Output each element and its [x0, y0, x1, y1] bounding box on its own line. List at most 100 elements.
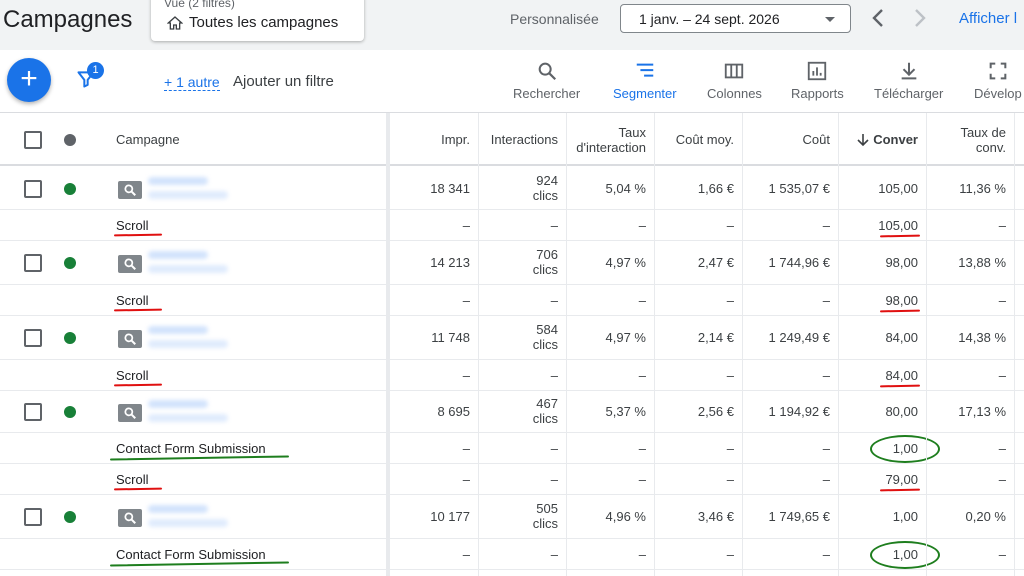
col-taux-interaction[interactable]: Taux d'interaction: [566, 113, 654, 166]
cell-interactions-unit: clics: [532, 262, 558, 277]
col-interactions[interactable]: Interactions: [478, 113, 566, 166]
cell-segment-conversions: 79,00: [885, 472, 918, 487]
enabled-status-icon: [64, 257, 76, 269]
campaign-type-redacted: [148, 191, 228, 199]
campaign-type-redacted: [148, 265, 228, 273]
cell-interactions-unit: clics: [532, 188, 558, 203]
cell-empty: –: [462, 547, 470, 562]
view-filter-count: Vue (2 filtres): [164, 0, 235, 10]
cell-conversions: 84,00: [885, 330, 918, 345]
column-separator: [566, 113, 567, 576]
status-header-icon: [64, 134, 76, 146]
cell-taux-conv: 14,38 %: [958, 330, 1006, 345]
segment-icon: [636, 63, 654, 77]
search-campaign-icon: [118, 181, 142, 199]
col-cout-moy[interactable]: Coût moy.: [654, 113, 742, 166]
campaign-name-redacted[interactable]: [148, 505, 208, 513]
segment-row: Scroll – – – – – – 98,00: [0, 285, 1024, 316]
segment-row: Scroll – – – – – – 79,00: [0, 464, 1024, 495]
cell-empty: –: [550, 472, 558, 487]
more-filters-link[interactable]: + 1 autre: [164, 74, 220, 91]
search-campaign-icon: [118, 404, 142, 422]
select-all-checkbox[interactable]: [24, 131, 42, 149]
column-separator: [654, 113, 655, 576]
search-tool-button[interactable]: Rechercher: [513, 60, 580, 101]
reports-tool-button[interactable]: Rapports: [791, 60, 844, 101]
top-bar: Campagnes Vue (2 filtres) Toutes les cam…: [0, 0, 1024, 50]
cell-cout: 1 249,49 €: [768, 330, 830, 345]
columns-icon: [725, 63, 744, 79]
reports-icon: [808, 61, 827, 81]
cell-conversions: 1,00: [892, 509, 918, 524]
col-impr[interactable]: Impr.: [390, 113, 478, 166]
cell-empty: –: [550, 547, 558, 562]
cell-empty: –: [998, 293, 1006, 308]
expand-tool-button[interactable]: Dévelop: [974, 60, 1022, 101]
cell-taux-interaction: 5,37 %: [605, 404, 646, 419]
cell-cout: 1 194,92 €: [768, 404, 830, 419]
segment-label: Scroll: [116, 472, 149, 487]
add-campaign-button[interactable]: +: [7, 58, 51, 102]
cell-empty: –: [998, 368, 1006, 383]
col-taux-conv[interactable]: Taux de conv.: [926, 113, 1014, 166]
col-cout[interactable]: Coût: [742, 113, 838, 166]
cell-interactions-unit: clics: [532, 516, 558, 531]
campaign-name-redacted[interactable]: [148, 177, 208, 185]
cell-interactions: 706: [536, 247, 558, 262]
segment-row: Scroll – – – – – – 105,00: [0, 210, 1024, 241]
campaign-name-redacted[interactable]: [148, 326, 208, 334]
column-separator: [838, 113, 839, 576]
cell-empty: –: [822, 441, 830, 456]
download-tool-button[interactable]: Télécharger: [874, 60, 943, 101]
row-checkbox[interactable]: [24, 180, 42, 198]
cell-empty: –: [550, 368, 558, 383]
row-checkbox[interactable]: [24, 508, 42, 526]
add-filter-button[interactable]: Ajouter un filtre: [233, 73, 334, 90]
columns-tool-button[interactable]: Colonnes: [707, 60, 762, 101]
filter-count-badge: 1: [87, 62, 104, 79]
chevron-right-icon[interactable]: [912, 6, 928, 36]
cell-empty: –: [638, 293, 646, 308]
cell-cout-moy: 2,47 €: [697, 255, 734, 270]
cell-empty: –: [726, 441, 734, 456]
cell-empty: –: [822, 547, 830, 562]
cell-empty: –: [726, 472, 734, 487]
annotation-underline: [879, 488, 921, 492]
cell-taux-conv: 13,88 %: [958, 255, 1006, 270]
cell-empty: –: [726, 547, 734, 562]
afficher-link[interactable]: Afficher l: [959, 10, 1017, 27]
cell-cout-moy: 3,46 €: [697, 509, 734, 524]
cell-empty: –: [998, 472, 1006, 487]
date-range-type: Personnalisée: [510, 11, 599, 27]
cell-empty: –: [638, 368, 646, 383]
cell-conversions: 105,00: [878, 181, 918, 196]
cell-empty: –: [822, 472, 830, 487]
col-conversions[interactable]: Conver: [838, 113, 926, 166]
cell-cout-moy: 1,66 €: [697, 181, 734, 196]
date-range-picker[interactable]: 1 janv. – 24 sept. 2026: [620, 4, 851, 33]
campaign-name-redacted[interactable]: [148, 251, 208, 259]
campaign-type-redacted: [148, 414, 228, 422]
segment-tool-button[interactable]: Segmenter: [613, 60, 677, 101]
cell-empty: –: [462, 218, 470, 233]
cell-empty: –: [638, 218, 646, 233]
campaign-name-redacted[interactable]: [148, 400, 208, 408]
view-selector[interactable]: Vue (2 filtres) Toutes les campagnes: [151, 0, 364, 41]
row-checkbox[interactable]: [24, 403, 42, 421]
search-campaign-icon: [118, 509, 142, 527]
col-campagne[interactable]: Campagne: [116, 132, 180, 147]
cell-empty: –: [998, 441, 1006, 456]
cell-empty: –: [462, 472, 470, 487]
chevron-left-icon[interactable]: [870, 6, 886, 36]
cell-impr: 11 748: [431, 330, 470, 345]
row-checkbox[interactable]: [24, 329, 42, 347]
cell-empty: –: [822, 218, 830, 233]
cell-taux-interaction: 5,04 %: [605, 181, 646, 196]
table-row: 11 748 584 clics 4,97 % 2,14 € 1 249,49 € 84,0…: [0, 316, 1024, 360]
cell-impr: 10 177: [430, 509, 470, 524]
cell-interactions-unit: clics: [532, 337, 558, 352]
cell-taux-interaction: 4,96 %: [605, 509, 646, 524]
annotation-underline: [113, 308, 163, 312]
row-checkbox[interactable]: [24, 254, 42, 272]
column-separator: [742, 113, 743, 576]
